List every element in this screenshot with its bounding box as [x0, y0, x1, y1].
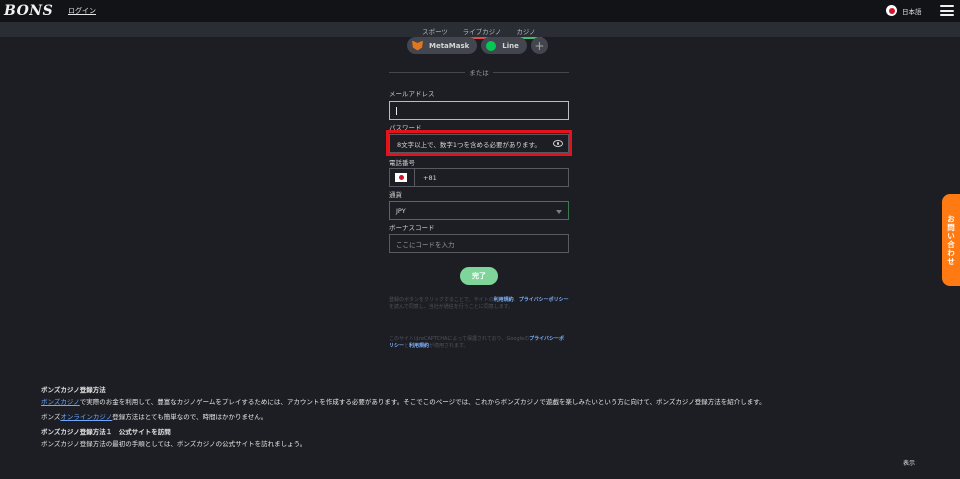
- currency-select[interactable]: JPY: [389, 201, 569, 220]
- currency-value: JPY: [396, 206, 406, 215]
- article-paragraph-1: ボンズカジノで実際のお金を利用して、豊富なカジノゲームをプレイするためには、アカ…: [41, 398, 766, 406]
- chevron-down-icon: [556, 210, 562, 214]
- or-divider: または: [389, 67, 569, 77]
- language-label: 日本語: [902, 7, 922, 16]
- email-label: メールアドレス: [389, 90, 435, 98]
- bonus-code-input[interactable]: ここにコードを入力: [389, 234, 569, 253]
- tab-casino[interactable]: カジノ: [510, 26, 542, 39]
- email-field[interactable]: [389, 101, 569, 120]
- login-link[interactable]: ログイン: [68, 6, 96, 16]
- bons-logo[interactable]: BONS: [4, 3, 53, 19]
- terms-notice: 登録のボタンをクリックすることで、サイトの利用規約、プライバシーポリシーを読んで…: [389, 297, 569, 310]
- terms-link[interactable]: 利用規約: [494, 297, 514, 303]
- phone-field[interactable]: +81: [389, 168, 569, 187]
- password-highlight-box: [386, 130, 572, 156]
- country-code: +81: [423, 173, 437, 182]
- article-heading: ボンズカジノ登録方法: [41, 386, 106, 394]
- more-login-options-button[interactable]: +: [530, 37, 548, 54]
- top-bar: BONS ログイン 日本語: [0, 0, 960, 22]
- bons-casino-link[interactable]: ボンズカジノ: [41, 398, 80, 406]
- tab-sports[interactable]: スポーツ: [418, 26, 452, 39]
- step1-heading: ボンズカジノ登録方法１ 公式サイトを訪問: [41, 428, 171, 436]
- category-nav: スポーツ ライブカジノ カジノ: [0, 22, 960, 39]
- language-selector[interactable]: 日本語: [886, 5, 922, 16]
- submit-button[interactable]: 完了: [460, 267, 498, 285]
- social-login-row: MetaMask Line +: [407, 37, 548, 54]
- bonus-code-label: ボーナスコード: [389, 224, 435, 232]
- privacy-policy-link[interactable]: プライバシーポリシー: [519, 297, 569, 303]
- metamask-button[interactable]: MetaMask: [407, 37, 478, 54]
- recaptcha-notice: このサイトはreCAPTCHAによって保護されており、Googleのプライバシー…: [389, 336, 565, 349]
- tab-live-casino[interactable]: ライブカジノ: [456, 26, 508, 39]
- online-casino-link[interactable]: オンラインカジノ: [60, 413, 112, 421]
- japan-flag-icon[interactable]: [395, 173, 407, 182]
- step1-text: ボンズカジノ登録方法の最初の手順としては、ボンズカジノの公式サイトを訪れましょう…: [41, 440, 307, 448]
- currency-label: 通貨: [389, 191, 402, 199]
- hamburger-menu-icon[interactable]: [940, 5, 954, 16]
- display-link[interactable]: 表示: [903, 458, 915, 467]
- google-terms-link[interactable]: 利用規約: [409, 343, 429, 349]
- contact-us-tab[interactable]: お問い合わせ: [942, 194, 960, 286]
- metamask-fox-icon: [412, 40, 423, 51]
- bonus-code-placeholder: ここにコードを入力: [396, 240, 455, 249]
- text-cursor: [396, 106, 397, 115]
- line-icon: [486, 40, 497, 51]
- article-paragraph-2: ボンズオンラインカジノ登録方法はとても簡単なので、時間はかかりません。: [41, 413, 268, 421]
- japan-flag-icon: [886, 5, 897, 16]
- line-button[interactable]: Line: [481, 37, 527, 54]
- phone-label: 電話番号: [389, 159, 415, 167]
